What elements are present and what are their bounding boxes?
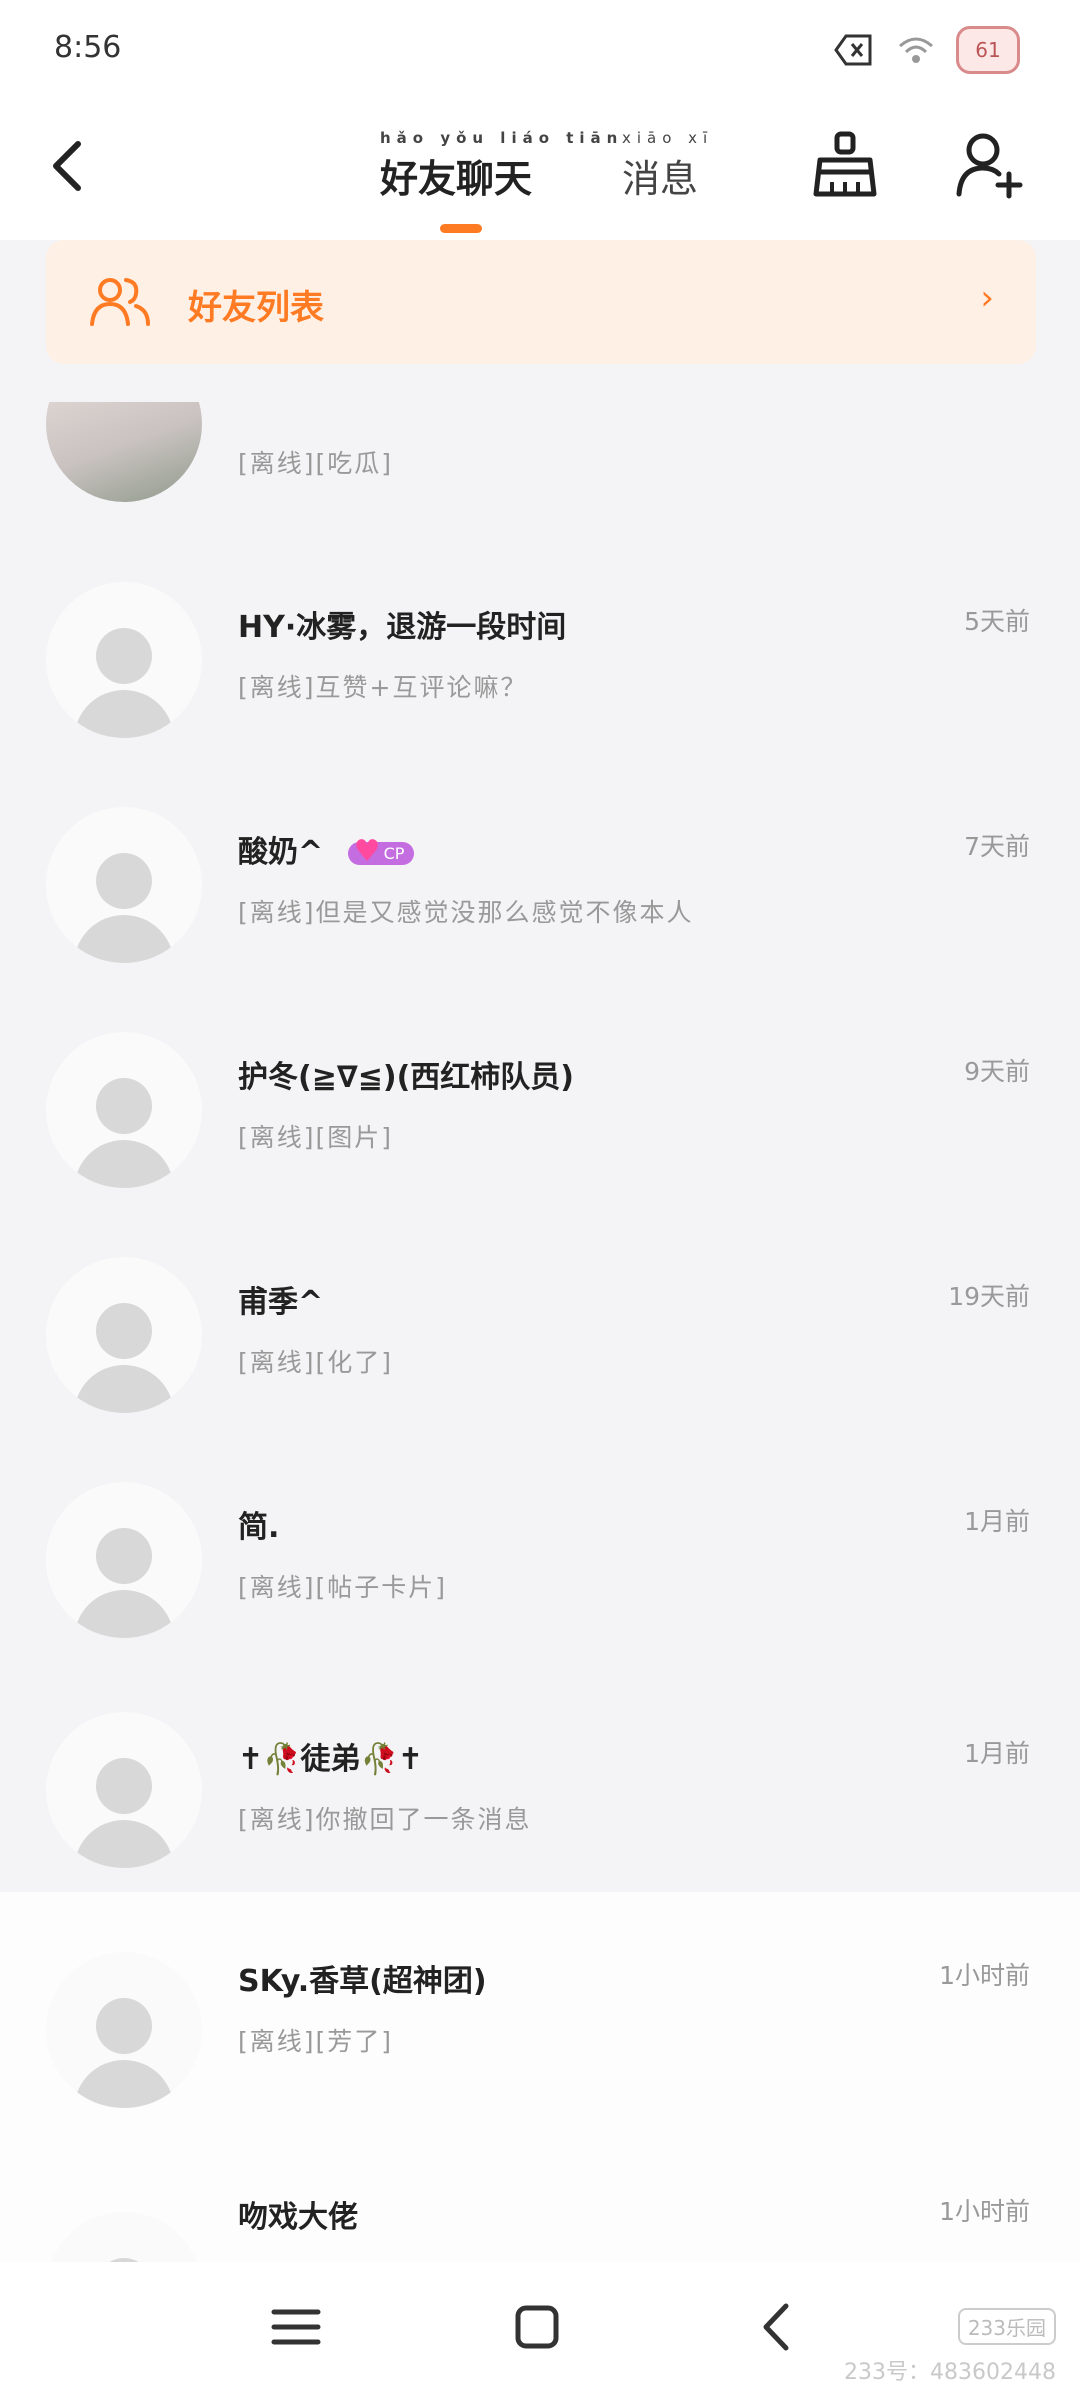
contact-name: 吻戏大佬 bbox=[238, 2200, 358, 2235]
last-message: [离线][吃瓜] bbox=[238, 449, 394, 478]
tab-messages-label: 消息 bbox=[622, 157, 699, 201]
system-back-button[interactable] bbox=[746, 2302, 816, 2362]
broom-icon bbox=[813, 131, 877, 197]
last-message: [离线][帖子卡片] bbox=[238, 1573, 448, 1602]
avatar bbox=[46, 1482, 202, 1638]
add-friend-button[interactable] bbox=[955, 130, 1025, 200]
conversation-row[interactable]: 甫季^ [离线][化了] 19天前 bbox=[0, 1257, 1080, 1483]
contact-name-wrap: 酸奶^ CP bbox=[238, 827, 415, 871]
last-message: [离线]互赞+互评论嘛？ bbox=[238, 673, 528, 702]
avatar bbox=[46, 582, 202, 738]
contact-name: 酸奶^ bbox=[238, 835, 324, 870]
tab-friend-chat[interactable]: hǎo yǒu liáo tiān 好友聊天 bbox=[380, 130, 623, 203]
last-message: [离线][芳了] bbox=[238, 2027, 394, 2056]
square-icon bbox=[515, 2305, 559, 2349]
close-box-icon bbox=[832, 31, 876, 69]
contact-name: 简. bbox=[238, 1510, 280, 1545]
avatar bbox=[46, 1032, 202, 1188]
contact-name: 护冬(≧∇≦)(西红柿队员) bbox=[238, 1060, 575, 1095]
avatar bbox=[46, 2212, 202, 2262]
last-message: [离线]你撤回了一条消息 bbox=[238, 1805, 532, 1834]
conversation-row[interactable]: [离线][吃瓜] bbox=[0, 402, 1080, 568]
status-bar: 8:56 61 bbox=[0, 0, 1080, 100]
last-message: [离线]但是又感觉没那么感觉不像本人 bbox=[238, 898, 694, 927]
contact-name: SKy.香草(超神团) bbox=[238, 1964, 487, 1999]
last-message: [离线][图片] bbox=[238, 1123, 394, 1152]
recent-apps-button[interactable] bbox=[266, 2302, 336, 2362]
watermark-logo: 233乐园 bbox=[957, 2308, 1056, 2345]
conversation-row[interactable]: HY·冰雾，退游一段时间 [离线]互赞+互评论嘛？ 5天前 bbox=[0, 582, 1080, 808]
message-time: 1小时前 bbox=[939, 2197, 1030, 2226]
avatar bbox=[46, 1712, 202, 1868]
clear-messages-button[interactable] bbox=[810, 130, 880, 200]
active-tab-indicator bbox=[440, 224, 482, 233]
contact-name: HY·冰雾，退游一段时间 bbox=[238, 610, 567, 645]
chevron-left-icon bbox=[53, 141, 81, 191]
last-message: [离线][化了] bbox=[238, 1348, 394, 1377]
conversation-row[interactable]: 吻戏大佬 1小时前 bbox=[0, 2152, 1080, 2262]
chevron-left-icon bbox=[763, 2303, 789, 2351]
conversation-row[interactable]: SKy.香草(超神团) [离线][芳了] 1小时前 bbox=[0, 1892, 1080, 2152]
avatar bbox=[46, 807, 202, 963]
chevron-right-icon: › bbox=[980, 278, 994, 318]
contact-name: 甫季^ bbox=[238, 1285, 324, 1320]
tab-messages[interactable]: xiāo xī 消息 bbox=[622, 130, 713, 203]
menu-icon bbox=[271, 2309, 321, 2345]
status-time: 8:56 bbox=[54, 30, 122, 65]
conversation-row[interactable]: 简. [离线][帖子卡片] 1月前 bbox=[0, 1482, 1080, 1708]
home-button[interactable] bbox=[506, 2302, 576, 2362]
wifi-icon bbox=[894, 31, 938, 69]
avatar bbox=[46, 1952, 202, 2108]
message-time: 1小时前 bbox=[939, 1961, 1030, 1990]
avatar bbox=[46, 402, 202, 502]
tab-messages-pinyin: xiāo xī bbox=[622, 129, 714, 147]
contact-name: ✝🥀徒弟🥀✝ bbox=[238, 1742, 423, 1777]
cp-badge: CP bbox=[347, 834, 415, 869]
conversation-row[interactable]: 酸奶^ CP [离线]但是又感觉没那么感觉不像本人 7天前 bbox=[0, 807, 1080, 1033]
message-time: 5天前 bbox=[964, 607, 1030, 636]
battery-indicator: 61 bbox=[956, 26, 1020, 74]
users-icon bbox=[90, 276, 150, 328]
tab-friend-chat-pinyin: hǎo yǒu liáo tiān bbox=[380, 129, 624, 147]
back-button[interactable] bbox=[44, 136, 104, 206]
message-time: 1月前 bbox=[964, 1507, 1030, 1536]
add-user-icon bbox=[956, 133, 1023, 199]
status-icons: 61 bbox=[832, 26, 1020, 74]
message-time: 9天前 bbox=[964, 1057, 1030, 1086]
conversation-list[interactable]: [离线][吃瓜] HY·冰雾，退游一段时间 [离线]互赞+互评论嘛？ 5天前 酸… bbox=[0, 402, 1080, 2262]
message-time: 7天前 bbox=[964, 832, 1030, 861]
friends-list-label: 好友列表 bbox=[188, 288, 324, 328]
message-time: 1月前 bbox=[964, 1739, 1030, 1768]
header-bar: hǎo yǒu liáo tiān 好友聊天 xiāo xī 消息 bbox=[0, 100, 1080, 240]
message-time: 19天前 bbox=[948, 1282, 1030, 1311]
avatar bbox=[46, 1257, 202, 1413]
watermark-id: 233号：483602448 bbox=[844, 2360, 1056, 2385]
conversation-row[interactable]: 护冬(≧∇≦)(西红柿队员) [离线][图片] 9天前 bbox=[0, 1032, 1080, 1258]
friends-list-banner[interactable]: 好友列表 › bbox=[46, 240, 1036, 364]
tab-friend-chat-label: 好友聊天 bbox=[380, 157, 533, 201]
